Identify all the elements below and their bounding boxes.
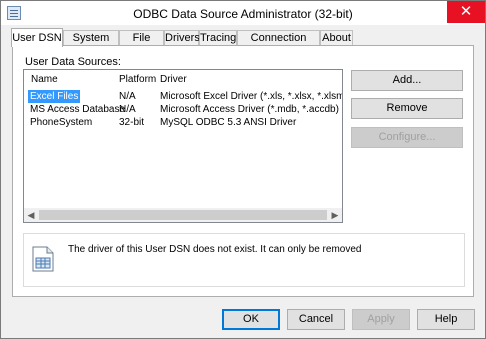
row-driver: MySQL ODBC 5.3 ANSI Driver [160, 117, 297, 128]
row-name: PhoneSystem [30, 117, 93, 128]
tab-file-dsn[interactable]: File DSN [119, 30, 164, 58]
tab-about[interactable]: About [320, 30, 353, 46]
row-platform: N/A [119, 104, 136, 115]
row-driver: Microsoft Access Driver (*.mdb, *.accdb) [160, 104, 339, 115]
row-name: Excel Files [28, 90, 81, 103]
help-button[interactable]: Help [417, 309, 475, 330]
document-icon [32, 246, 54, 272]
list-item[interactable]: MS Access Database N/A Microsoft Access … [24, 103, 342, 116]
title-bar[interactable]: ODBC Data Source Administrator (32-bit) … [1, 1, 485, 25]
remove-button[interactable]: Remove [351, 98, 463, 119]
list-item[interactable]: Excel Files N/A Microsoft Excel Driver (… [24, 90, 342, 103]
scroll-right-arrow[interactable]: ▶ [328, 208, 342, 222]
tab-tracing[interactable]: Tracing [199, 30, 237, 46]
scroll-left-arrow[interactable]: ◀ [24, 208, 38, 222]
add-button[interactable]: Add... [351, 70, 463, 91]
window-title: ODBC Data Source Administrator (32-bit) [133, 7, 353, 21]
column-header-platform[interactable]: Platform [119, 74, 156, 85]
tab-connection-pooling[interactable]: Connection Pooling [237, 30, 320, 58]
user-data-sources-label: User Data Sources: [25, 56, 121, 68]
data-sources-list[interactable]: Name Platform Driver Excel Files N/A Mic… [23, 69, 343, 223]
row-driver: Microsoft Excel Driver (*.xls, *.xlsx, *… [160, 91, 342, 102]
configure-button[interactable]: Configure... [351, 127, 463, 148]
tab-system-dsn[interactable]: System DSN [63, 30, 119, 58]
column-header-name[interactable]: Name [31, 74, 58, 85]
list-item[interactable]: PhoneSystem 32-bit MySQL ODBC 5.3 ANSI D… [24, 116, 342, 129]
list-header: Name Platform Driver [24, 70, 342, 87]
cancel-button[interactable]: Cancel [287, 309, 345, 330]
column-header-driver[interactable]: Driver [160, 74, 187, 85]
horizontal-scrollbar[interactable]: ◀ ▶ [24, 208, 342, 222]
odbc-window: ODBC Data Source Administrator (32-bit) … [0, 0, 486, 339]
row-platform: N/A [119, 91, 136, 102]
info-box: The driver of this User DSN does not exi… [23, 233, 465, 287]
ok-button[interactable]: OK [222, 309, 280, 330]
tab-user-dsn[interactable]: User DSN [11, 28, 63, 47]
row-name: MS Access Database [30, 104, 126, 115]
apply-button[interactable]: Apply [352, 309, 410, 330]
scroll-thumb[interactable] [39, 210, 327, 220]
tab-drivers[interactable]: Drivers [164, 30, 200, 46]
info-message: The driver of this User DSN does not exi… [68, 244, 362, 255]
row-platform: 32-bit [119, 117, 145, 128]
close-button[interactable]: ✕ [447, 1, 485, 23]
